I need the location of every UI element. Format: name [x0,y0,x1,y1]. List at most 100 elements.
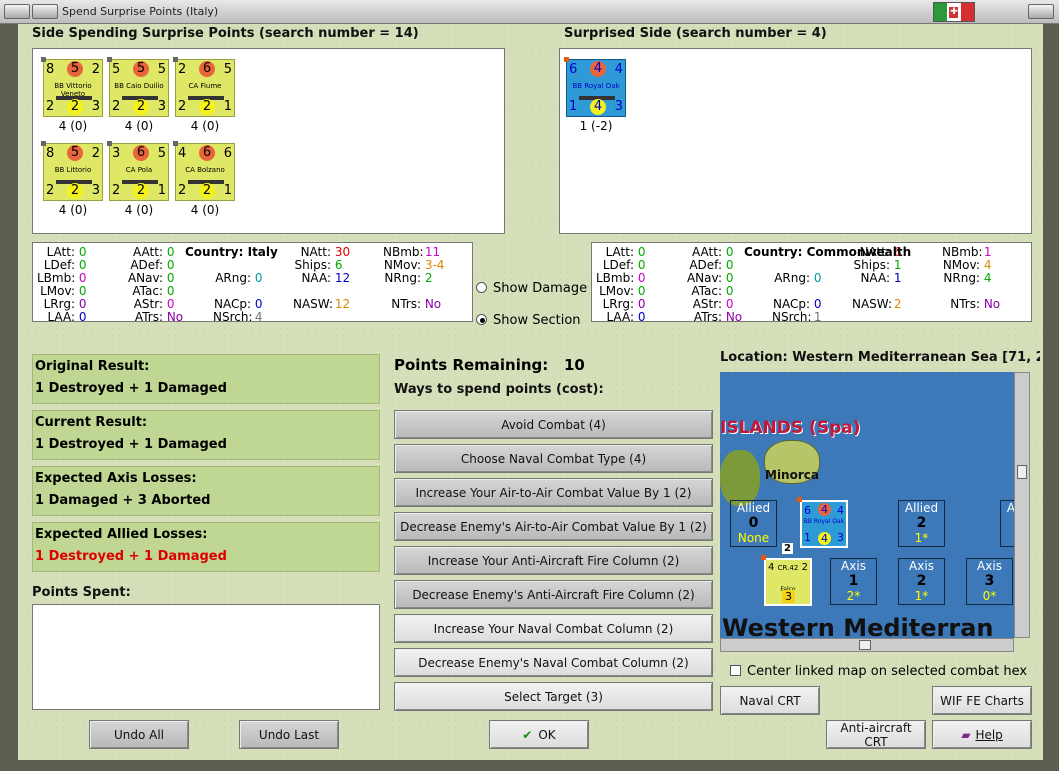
minorca-label: Minorca [765,468,819,482]
map-hscroll[interactable] [720,638,1014,652]
points-spent-label: Points Spent: [32,585,131,600]
minimize-button[interactable] [32,4,58,19]
spend-option-button[interactable]: Increase Your Anti-Aircraft Fire Column … [394,546,713,575]
wif-charts-button[interactable]: WIF FE Charts [932,686,1032,715]
mallorca-land [720,450,760,506]
italy-flag-icon: ✚ [933,2,975,22]
points-remaining: Points Remaining: 10 [394,356,585,374]
country-label: Country: Commonwealth [744,245,912,259]
close-button[interactable] [1028,4,1054,19]
spending-counter[interactable]: 8 5 2 BB Vittorio Veneto 2 2 3 [41,57,103,117]
stat-nsrch: NSrch: 1 [772,310,822,324]
allied-combat-box[interactable]: Allied30* [1000,500,1014,547]
stat-ldef: LDef: 0 [43,258,87,272]
undo-all-button[interactable]: Undo All [89,720,189,749]
ok-button[interactable]: ✔ OK [489,720,589,749]
counter-caption: 4 (0) [190,119,220,133]
stat-ntrs: NTrs: No [391,297,442,311]
stat-astr: AStr: 0 [692,297,734,311]
location-label: Location: Western Mediterranean Sea [71,… [720,350,1040,365]
counter-caption: 4 (0) [124,119,154,133]
stat-ships: Ships: 1 [853,258,902,272]
stat-latt: LAtt: 0 [46,245,87,259]
map-counter-cr42[interactable]: 4 2 CR.42 Falco 3 [761,555,812,606]
show-damage-radio[interactable]: Show Damage [476,281,587,296]
counter-royal-oak[interactable]: 6 4 4 BB Royal Oak 1 4 3 [564,57,626,117]
stat-lbmb: LBmb: 0 [37,271,87,285]
stat-natt: NAtt: 30 [300,245,351,259]
spending-counter[interactable]: 4 6 6 CA Bolzano 2 2 1 [173,141,235,201]
map-vscroll[interactable] [1014,372,1030,638]
surprised-counters-panel: 6 4 4 BB Royal Oak 1 4 3 1 (-2) [559,48,1032,234]
stat-nasw: NASW: 12 [293,297,351,311]
spend-option-button[interactable]: Avoid Combat (4) [394,410,713,439]
aa-crt-button[interactable]: Anti-aircraft CRT [826,720,926,749]
dialog-body: Side Spending Surprise Points (search nu… [18,24,1043,760]
allied-combat-box[interactable]: Allied 0 None [730,500,777,547]
stat-naa: NAA: 12 [301,271,351,285]
stats-commonwealth: LAtt: 0 AAtt: 0 NAtt: 6 NBmb: 1 LDef: 0 ADef:… [591,242,1032,324]
window-title: Spend Surprise Points (Italy) [62,5,219,18]
stack-count: 2 [782,543,793,554]
spend-option-button[interactable]: Decrease Enemy's Air-to-Air Combat Value… [394,512,713,541]
spend-option-button[interactable]: Choose Naval Combat Type (4) [394,444,713,473]
stat-anav: ANav: 0 [686,271,734,285]
counter-caption: 4 (0) [58,119,88,133]
country-label: Country: Italy [185,245,278,259]
stat-ships: Ships: 6 [294,258,343,272]
spend-option-button[interactable]: Decrease Enemy's Anti-Aircraft Fire Colu… [394,580,713,609]
stat-nmov: NMov: 4 [942,258,992,272]
stat-adef: ADef: 0 [689,258,734,272]
stat-atac: ATac: 0 [132,284,175,298]
stat-lmov: LMov: 0 [40,284,87,298]
spend-option-button[interactable]: Select Target (3) [394,682,713,711]
spending-counter[interactable]: 5 5 5 BB Caio Duilio 2 2 3 [107,57,169,117]
spend-option-button[interactable]: Decrease Enemy's Naval Combat Column (2) [394,648,713,677]
system-menu-button[interactable] [4,4,30,19]
surprised-header: Surprised Side (search number = 4) [564,26,827,41]
stat-nsrch: NSrch: 4 [213,310,263,324]
naval-crt-button[interactable]: Naval CRT [720,686,820,715]
stat-laa: LAA: 0 [47,310,87,324]
show-section-radio[interactable]: Show Section [476,313,581,328]
stat-lrrg: LRrg: 0 [602,297,646,311]
islands-label: ISLANDS (Spa) [720,418,861,438]
spend-option-button[interactable]: Increase Your Naval Combat Column (2) [394,614,713,643]
stat-nbmb: NBmb: 11 [383,245,441,259]
map-counter-royal-oak[interactable]: 6 4 4 BB Royal Oak 1 4 3 [797,497,848,548]
checkmark-icon: ✔ [522,727,533,742]
stat-naa: NAA: 1 [860,271,902,285]
stat-lbmb: LBmb: 0 [596,271,646,285]
original-result-panel: Original Result: 1 Destroyed + 1 Damaged [32,354,380,404]
spending-counter[interactable]: 2 6 5 CA Fiume 2 2 1 [173,57,235,117]
stat-nrng: NRng: 4 [943,271,992,285]
stat-nrng: NRng: 2 [384,271,433,285]
stat-ldef: LDef: 0 [602,258,646,272]
stat-lrrg: LRrg: 0 [43,297,87,311]
linked-map[interactable]: ISLANDS (Spa) Minorca Allied 0 None Allied 2… [720,372,1014,652]
center-map-checkbox[interactable]: Center linked map on selected combat hex [730,664,1027,679]
axis-combat-box[interactable]: Axis 2 1* [898,558,945,605]
stats-italy: LAtt: 0 AAtt: 0 NAtt: 30 NBmb: 11 LDef: 0 ADe… [32,242,473,324]
undo-last-button[interactable]: Undo Last [239,720,339,749]
stat-laa: LAA: 0 [606,310,646,324]
spending-counter[interactable]: 8 5 2 BB Littorio 2 2 3 [41,141,103,201]
allied-combat-box[interactable]: Allied 2 1* [898,500,945,547]
points-spent-list[interactable] [32,604,380,710]
stat-arng: ARng: 0 [215,271,263,285]
counter-caption: 4 (0) [58,203,88,217]
stat-adef: ADef: 0 [130,258,175,272]
stat-nacp: NACp: 0 [772,297,822,311]
stat-nmov: NMov: 3-4 [383,258,445,272]
spend-option-button[interactable]: Increase Your Air-to-Air Combat Value By… [394,478,713,507]
title-bar: Spend Surprise Points (Italy) ✚ [0,0,1059,24]
stat-arng: ARng: 0 [774,271,822,285]
help-button[interactable]: ▰ Help [932,720,1032,749]
axis-combat-box[interactable]: Axis 3 0* [966,558,1013,605]
spending-counter[interactable]: 3 6 5 CA Pola 2 2 1 [107,141,169,201]
stat-atrs: ATrs: No [134,310,184,324]
spending-counters-panel: 8 5 2 BB Vittorio Veneto 2 2 3 4 (0) 5 5 5 BB Caio D… [32,48,505,234]
current-result-panel: Current Result: 1 Destroyed + 1 Damaged [32,410,380,460]
axis-combat-box[interactable]: Axis 1 2* [830,558,877,605]
stat-ntrs: NTrs: No [950,297,1001,311]
